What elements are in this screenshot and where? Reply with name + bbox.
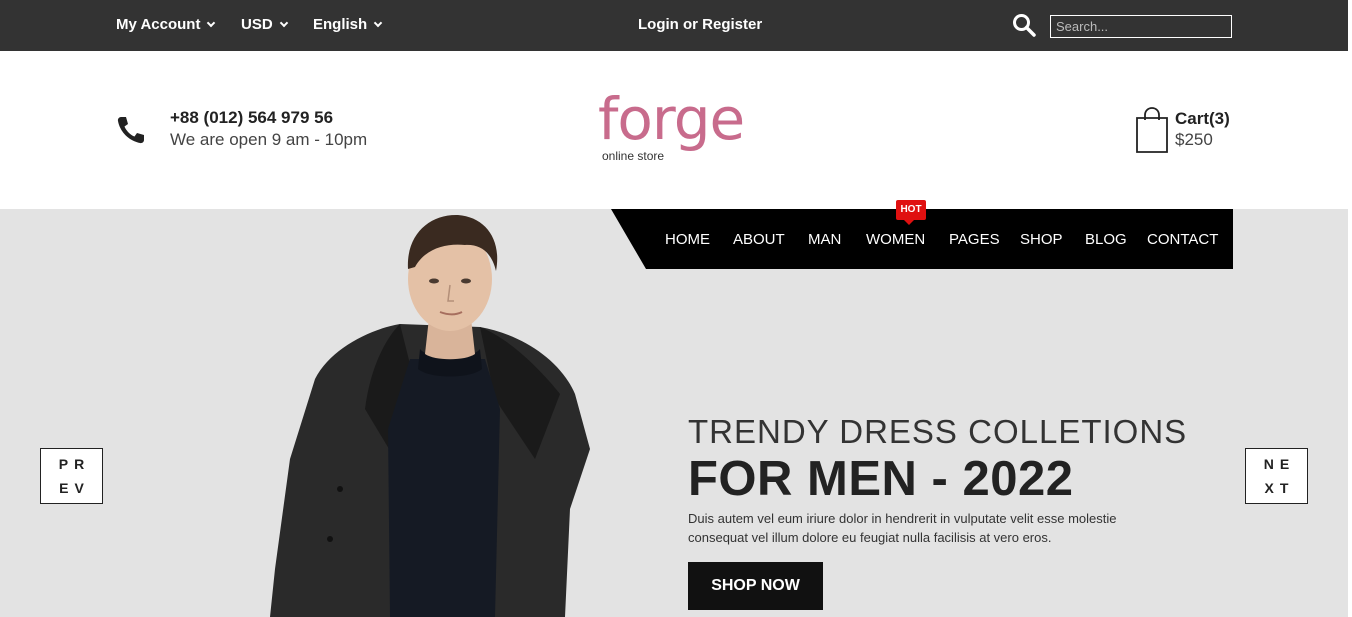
scrollbar-gutter <box>1348 0 1352 617</box>
search-input[interactable] <box>1050 15 1232 38</box>
currency-label: USD <box>241 16 273 33</box>
hero-description: Duis autem vel eum iriure dolor in hendr… <box>688 509 1188 547</box>
chevron-down-icon <box>207 18 216 27</box>
nav-item-contact[interactable]: CONTACT <box>1147 231 1218 248</box>
language-label: English <box>313 16 368 33</box>
next-slide-button[interactable]: NE XT <box>1245 448 1308 504</box>
nav-item-pages[interactable]: PAGES <box>949 231 1000 248</box>
my-account-label: My Account <box>116 16 201 33</box>
logo-wordmark: forge <box>598 85 745 153</box>
next-label-line-1: NE <box>1263 456 1296 472</box>
top-bar: My Account USD English Login or Register <box>0 0 1352 51</box>
nav-item-shop[interactable]: SHOP <box>1020 231 1063 248</box>
chevron-down-icon <box>373 18 383 27</box>
phone-icon <box>117 117 144 144</box>
currency-dropdown[interactable]: USD <box>241 16 288 33</box>
nav-item-home[interactable]: HOME <box>665 231 710 248</box>
chevron-down-icon <box>279 18 288 27</box>
opening-hours: We are open 9 am - 10pm <box>170 130 368 149</box>
my-account-dropdown[interactable]: My Account <box>116 16 216 33</box>
prev-label-line-2: EV <box>59 480 90 496</box>
hero-model-image <box>270 214 590 617</box>
nav-item-about[interactable]: ABOUT <box>733 231 785 248</box>
language-dropdown[interactable]: English <box>313 16 383 33</box>
phone-number[interactable]: +88 (012) 564 979 56 <box>170 108 333 128</box>
hot-badge: HOT <box>896 200 926 225</box>
login-register-link[interactable]: Login or Register <box>638 16 762 33</box>
cart-total: $250 <box>1175 130 1213 149</box>
cart-link[interactable]: Cart(3) <box>1175 109 1230 129</box>
prev-label-line-1: PR <box>58 456 91 472</box>
hero-subtitle: TRENDY DRESS COLLETIONS <box>688 413 1188 450</box>
hero-slider: HOME ABOUT MAN WOMEN PAGES SHOP BLOG CON… <box>0 209 1348 617</box>
hero-title: FOR MEN - 2022 <box>688 452 1074 506</box>
hero-description-line-1: Duis autem vel eum iriure dolor in hendr… <box>688 511 1117 526</box>
nav-item-blog[interactable]: BLOG <box>1085 231 1127 248</box>
search-icon[interactable] <box>1012 13 1036 37</box>
site-header: +88 (012) 564 979 56 We are open 9 am - … <box>0 51 1348 209</box>
nav-item-man[interactable]: MAN <box>808 231 841 248</box>
site-logo[interactable]: forge online store <box>598 85 758 171</box>
next-label-line-2: XT <box>1264 480 1295 496</box>
hero-description-line-2: consequat vel illum dolore eu feugiat nu… <box>688 530 1052 545</box>
logo-tagline: online store <box>602 149 665 163</box>
nav-item-women[interactable]: WOMEN <box>866 231 925 248</box>
shopping-bag-icon[interactable] <box>1135 106 1169 154</box>
prev-slide-button[interactable]: PR EV <box>40 448 103 504</box>
shop-now-button[interactable]: SHOP NOW <box>688 562 823 610</box>
